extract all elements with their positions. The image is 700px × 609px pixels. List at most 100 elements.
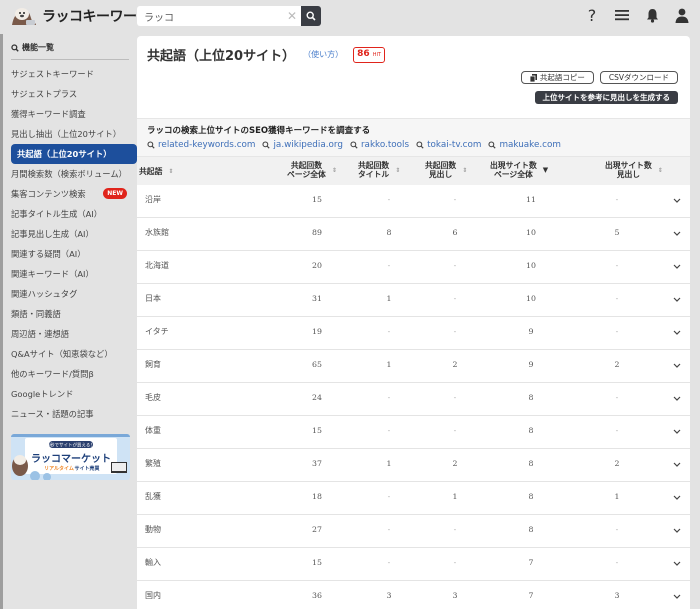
sidebar-item[interactable]: サジェストキーワード [3, 64, 137, 84]
sidebar-item[interactable]: 共起語（上位20サイト） [11, 144, 137, 164]
count-cell: 1 [386, 294, 392, 303]
column-header-line1: 共起回数 [358, 161, 390, 170]
sidebar-item[interactable]: 類語・同義語 [3, 304, 137, 324]
table-row[interactable]: 動物 27 - - 8 - [137, 515, 690, 548]
table-row[interactable]: 輸入 15 - - 7 - [137, 548, 690, 581]
sidebar-item[interactable]: 関連ハッシュタグ [3, 284, 137, 304]
chevron-down-icon[interactable] [672, 195, 682, 205]
chevron-down-icon[interactable] [672, 525, 682, 535]
logo[interactable]: ラッコキーワード [10, 5, 151, 27]
seo-site-link[interactable]: rakko.tools [350, 140, 409, 150]
sidebar-item[interactable]: 他のキーワード/質問β [3, 364, 137, 384]
sidebar-item[interactable]: Googleトレンド [3, 384, 137, 404]
sidebar-item[interactable]: 獲得キーワード調査 [3, 104, 137, 124]
sort-icon[interactable]: ⇕ [168, 167, 173, 176]
column-header-line2: ページ全体 [287, 170, 326, 179]
sidebar-item[interactable]: 関連キーワード（AI） [3, 264, 137, 284]
csv-download-button[interactable]: CSVダウンロード [599, 71, 678, 84]
sidebar-item[interactable]: 関連する疑問（AI） [3, 244, 137, 264]
chevron-down-icon[interactable] [672, 558, 682, 568]
search-button[interactable] [301, 6, 321, 26]
sidebar-item[interactable]: 記事見出し生成（AI） [3, 224, 137, 244]
table-row[interactable]: 体重 15 - - 8 - [137, 416, 690, 449]
sidebar-item[interactable]: 集客コンテンツ検索 NEW [3, 184, 137, 204]
sidebar-item[interactable]: 周辺語・連想語 [3, 324, 137, 344]
chevron-down-icon[interactable] [672, 261, 682, 271]
rakko-market-banner[interactable]: 5秒でサイトが買える！ ラッコマーケット リアルタイム サイト売買 [11, 434, 130, 480]
chevron-down-icon[interactable] [672, 327, 682, 337]
seo-site-link[interactable]: related-keywords.com [147, 140, 255, 150]
generate-headings-button[interactable]: 上位サイトを参考に見出しを生成する [534, 91, 678, 104]
seo-site-label: tokai-tv.com [427, 140, 482, 150]
sidebar-item-label: サジェストプラス [11, 89, 78, 99]
table-row[interactable]: 乱獲 18-1 8 1 [137, 482, 690, 515]
sidebar-item-label: 他のキーワード/質問β [11, 369, 94, 379]
sort-icon[interactable]: ⇕ [395, 166, 400, 175]
table-row[interactable]: 繁殖 37 1 2 8 2 [137, 449, 690, 482]
sidebar-item-label: 関連キーワード（AI） [11, 269, 94, 279]
count-cell: - [615, 294, 619, 303]
sidebar-item[interactable]: 記事タイトル生成（AI） [3, 204, 137, 224]
howto-link[interactable]: （使い方） [303, 49, 343, 60]
sort-desc-icon[interactable]: ▼ [543, 166, 548, 175]
user-icon[interactable] [674, 7, 690, 23]
clear-icon[interactable]: ✕ [287, 9, 297, 23]
column-header[interactable]: 共起回数 ページ全体 ⇕ [287, 161, 337, 179]
count-cell: 1 [386, 459, 392, 468]
table-row[interactable]: 国内 36 3 3 7 3 [137, 581, 690, 609]
chevron-down-icon[interactable] [672, 591, 682, 601]
search-icon [11, 43, 19, 52]
seo-research-title: ラッコの検索上位サイトのSEO獲得キーワードを調査する [147, 126, 371, 136]
count-cell: 37 [312, 459, 322, 468]
table-row[interactable]: 飼育 65 1 2 9 2 [137, 350, 690, 383]
table-row[interactable]: 日本 31 1 - 10 - [137, 284, 690, 317]
seo-site-link[interactable]: makuake.com [488, 140, 561, 150]
search-input[interactable] [137, 6, 301, 26]
column-header-line2: ページ全体 [493, 170, 533, 179]
sidebar-item-label: Googleトレンド [11, 389, 74, 399]
chevron-down-icon[interactable] [672, 360, 682, 370]
column-header[interactable]: 共起語 ⇕ [139, 167, 173, 176]
table-row[interactable]: 水族館 89 8 6 10 5 [137, 218, 690, 251]
chevron-down-icon[interactable] [672, 393, 682, 403]
table-row[interactable]: 沿岸 15 - - 11 - [137, 185, 690, 218]
chevron-down-icon[interactable] [672, 492, 682, 502]
sidebar-item[interactable]: サジェストプラス [3, 84, 137, 104]
count-cell: - [387, 525, 391, 534]
sort-icon[interactable]: ⇕ [332, 166, 337, 175]
count-cell: 20 [312, 261, 322, 270]
count-cell: 11 [526, 195, 536, 204]
sidebar-item-label: 関連する疑問（AI） [11, 249, 86, 259]
sidebar-heading-label: 機能一覧 [22, 43, 54, 52]
column-header[interactable]: 共起回数 見出し ⇕ [425, 161, 467, 179]
count-cell: - [615, 426, 619, 435]
chevron-down-icon[interactable] [672, 459, 682, 469]
sidebar-item[interactable]: 見出し抽出（上位20サイト） [3, 124, 137, 144]
menu-icon[interactable] [614, 7, 630, 23]
search-icon [416, 141, 424, 149]
sort-icon[interactable]: ⇕ [658, 166, 663, 175]
bell-icon[interactable] [644, 7, 660, 23]
seo-site-links: related-keywords.com ja.wikipedia.org rakk… [147, 140, 561, 150]
copy-cooccurrence-button[interactable]: 共起語コピー [520, 71, 594, 84]
help-icon[interactable]: ? [584, 6, 600, 25]
keyword-cell: イタチ [145, 327, 169, 336]
count-cell: - [615, 327, 619, 336]
column-header[interactable]: 共起回数 タイトル ⇕ [358, 161, 400, 179]
seo-site-link[interactable]: ja.wikipedia.org [262, 140, 343, 150]
table-row[interactable]: 毛皮 24 - - 8 - [137, 383, 690, 416]
sidebar-item[interactable]: Q&Aサイト（知恵袋など） [3, 344, 137, 364]
count-cell: 2 [614, 360, 620, 369]
column-header-line1: 出現サイト数 [490, 161, 537, 170]
table-row[interactable]: 北海道 20 - - 10 - [137, 251, 690, 284]
column-header[interactable]: 出現サイト数 ページ全体 ▼ [490, 161, 548, 179]
table-row[interactable]: イタチ 19 - - 9 - [137, 317, 690, 350]
sort-icon[interactable]: ⇕ [462, 166, 467, 175]
chevron-down-icon[interactable] [672, 294, 682, 304]
chevron-down-icon[interactable] [672, 426, 682, 436]
sidebar-item[interactable]: ニュース・話題の記事 [3, 404, 137, 424]
chevron-down-icon[interactable] [672, 228, 682, 238]
sidebar-item[interactable]: 月間検索数（検索ボリューム） [3, 164, 137, 184]
column-header[interactable]: 出現サイト数 見出し ⇕ [605, 161, 663, 179]
seo-site-link[interactable]: tokai-tv.com [416, 140, 481, 150]
